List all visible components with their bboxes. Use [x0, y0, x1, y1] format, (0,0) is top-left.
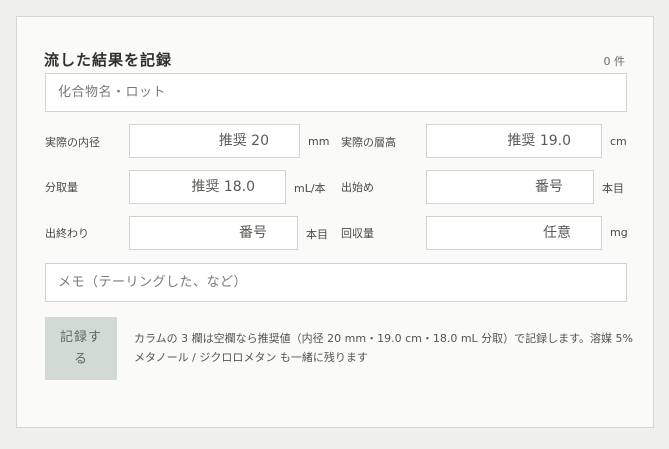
- start-tube-input[interactable]: [426, 170, 594, 204]
- end-tube-unit: 本目: [306, 228, 328, 241]
- recovery-unit: mg: [610, 226, 628, 239]
- recovery-label: 回収量: [341, 227, 374, 240]
- inner-diameter-label: 実際の内径: [45, 136, 100, 149]
- inner-diameter-input[interactable]: [129, 124, 300, 158]
- bed-height-label: 実際の層高: [341, 136, 396, 149]
- panel-title: 流した結果を記録: [44, 51, 173, 69]
- help-note: カラムの 3 欄は空欄なら推奨値（内径 20 mm・19.0 cm・18.0 m…: [134, 332, 634, 364]
- memo-input[interactable]: [45, 263, 627, 302]
- end-tube-label: 出終わり: [45, 227, 89, 240]
- inner-diameter-unit: mm: [308, 135, 330, 148]
- compound-lot-input[interactable]: [45, 73, 627, 112]
- bed-height-unit: cm: [610, 135, 627, 148]
- bed-height-input[interactable]: [426, 124, 602, 158]
- end-tube-input[interactable]: [129, 216, 298, 250]
- recovery-input[interactable]: [426, 216, 602, 250]
- record-button[interactable]: 記録する: [45, 317, 117, 380]
- record-result-panel: 流した結果を記録 0 件 実際の内径 mm 実際の層高 cm 分取量 mL/本 …: [16, 16, 654, 428]
- fraction-volume-label: 分取量: [45, 181, 78, 194]
- start-tube-unit: 本目: [602, 182, 624, 195]
- record-count: 0 件: [603, 55, 626, 68]
- fraction-volume-input[interactable]: [129, 170, 286, 204]
- start-tube-label: 出始め: [341, 181, 374, 194]
- fraction-volume-unit: mL/本: [294, 182, 326, 195]
